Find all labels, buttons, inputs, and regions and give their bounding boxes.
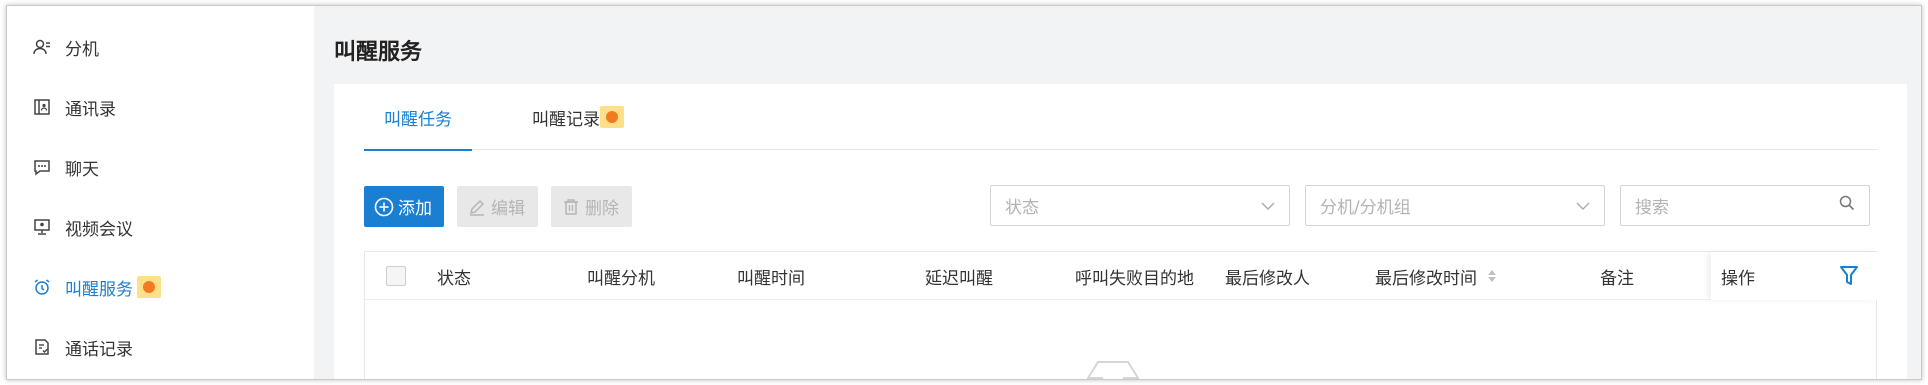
tab-label: 叫醒记录 [532,109,600,130]
trash-icon [561,197,581,217]
sidebar-item-label: 聊天 [65,159,99,180]
pencil-icon [467,197,487,217]
chat-icon [33,158,51,176]
column-header-operations: 操作 [1721,268,1755,289]
select-all-checkbox[interactable] [386,266,406,286]
delete-button[interactable]: 删除 [551,186,632,227]
sidebar-item-label: 通话记录 [65,339,133,360]
tab-label: 叫醒任务 [384,109,452,130]
app-window: 分机 通讯录 聊天 视频会议 叫醒服务 通话记录 叫醒服务 叫醒任务 叫醒记录 … [6,5,1922,380]
sidebar-item-label: 通讯录 [65,99,116,120]
status-filter-select[interactable]: 状态 [990,185,1290,226]
column-header-status[interactable]: 状态 [437,252,471,300]
tab-bar: 叫醒任务 叫醒记录 [364,84,1877,151]
status-filter-placeholder: 状态 [1005,198,1039,218]
chevron-down-icon [1576,196,1590,216]
notification-badge [137,276,161,298]
search-input[interactable]: 搜索 [1620,185,1870,226]
tab-wakeup-tasks[interactable]: 叫醒任务 [364,84,472,151]
edit-button-label: 编辑 [491,199,525,219]
sidebar-item-call-log[interactable]: 通话记录 [7,323,314,371]
add-button-label: 添加 [398,199,432,219]
contacts-book-icon [33,98,51,116]
plus-circle-icon [374,197,394,217]
operations-column-header: 操作 [1711,252,1878,300]
filter-icon[interactable] [1839,265,1859,291]
column-header-wakeup-time[interactable]: 叫醒时间 [737,252,805,300]
sidebar: 分机 通讯录 聊天 视频会议 叫醒服务 通话记录 [7,6,314,379]
empty-data-icon [1082,356,1144,379]
sidebar-item-wakeup-service[interactable]: 叫醒服务 [7,263,314,311]
table-header: 状态 叫醒分机 叫醒时间 延迟叫醒 呼叫失败目的地 最后修改人 最后修改时间 备… [365,252,1878,300]
column-header-last-modified-by[interactable]: 最后修改人 [1225,252,1310,300]
column-header-last-modified-time[interactable]: 最后修改时间 [1375,252,1497,300]
column-header-snooze[interactable]: 延迟叫醒 [925,252,993,300]
sidebar-item-extension[interactable]: 分机 [7,23,314,71]
sidebar-item-label: 视频会议 [65,219,133,240]
sidebar-item-chat[interactable]: 聊天 [7,143,314,191]
column-header-failover-destination[interactable]: 呼叫失败目的地 [1075,252,1194,300]
alarm-clock-icon [33,278,51,296]
column-header-remark[interactable]: 备注 [1600,252,1634,300]
add-button[interactable]: 添加 [364,186,444,227]
sidebar-item-video-conference[interactable]: 视频会议 [7,203,314,251]
search-icon [1839,195,1855,216]
content-panel: 叫醒任务 叫醒记录 添加 编辑 删除 状态 分机/分机组 搜索 状态 叫醒分机 … [334,84,1907,379]
delete-button-label: 删除 [585,199,619,219]
sort-icon[interactable] [1487,268,1497,284]
wakeup-task-table: 状态 叫醒分机 叫醒时间 延迟叫醒 呼叫失败目的地 最后修改人 最后修改时间 备… [364,251,1878,379]
notification-badge [600,106,624,128]
tab-wakeup-records[interactable]: 叫醒记录 [532,84,624,150]
extension-user-icon [33,38,51,56]
column-header-extension[interactable]: 叫醒分机 [587,252,655,300]
sidebar-item-label: 分机 [65,39,99,60]
page-title: 叫醒服务 [334,40,423,65]
sidebar-item-label: 叫醒服务 [65,279,133,300]
call-log-icon [33,338,51,356]
sidebar-item-contacts[interactable]: 通讯录 [7,83,314,131]
extension-filter-select[interactable]: 分机/分机组 [1305,185,1605,226]
edit-button[interactable]: 编辑 [457,186,538,227]
column-header-label: 最后修改时间 [1375,268,1477,289]
chevron-down-icon [1261,196,1275,216]
search-placeholder: 搜索 [1635,198,1669,218]
extension-filter-placeholder: 分机/分机组 [1320,198,1411,218]
video-conference-icon [33,218,51,236]
